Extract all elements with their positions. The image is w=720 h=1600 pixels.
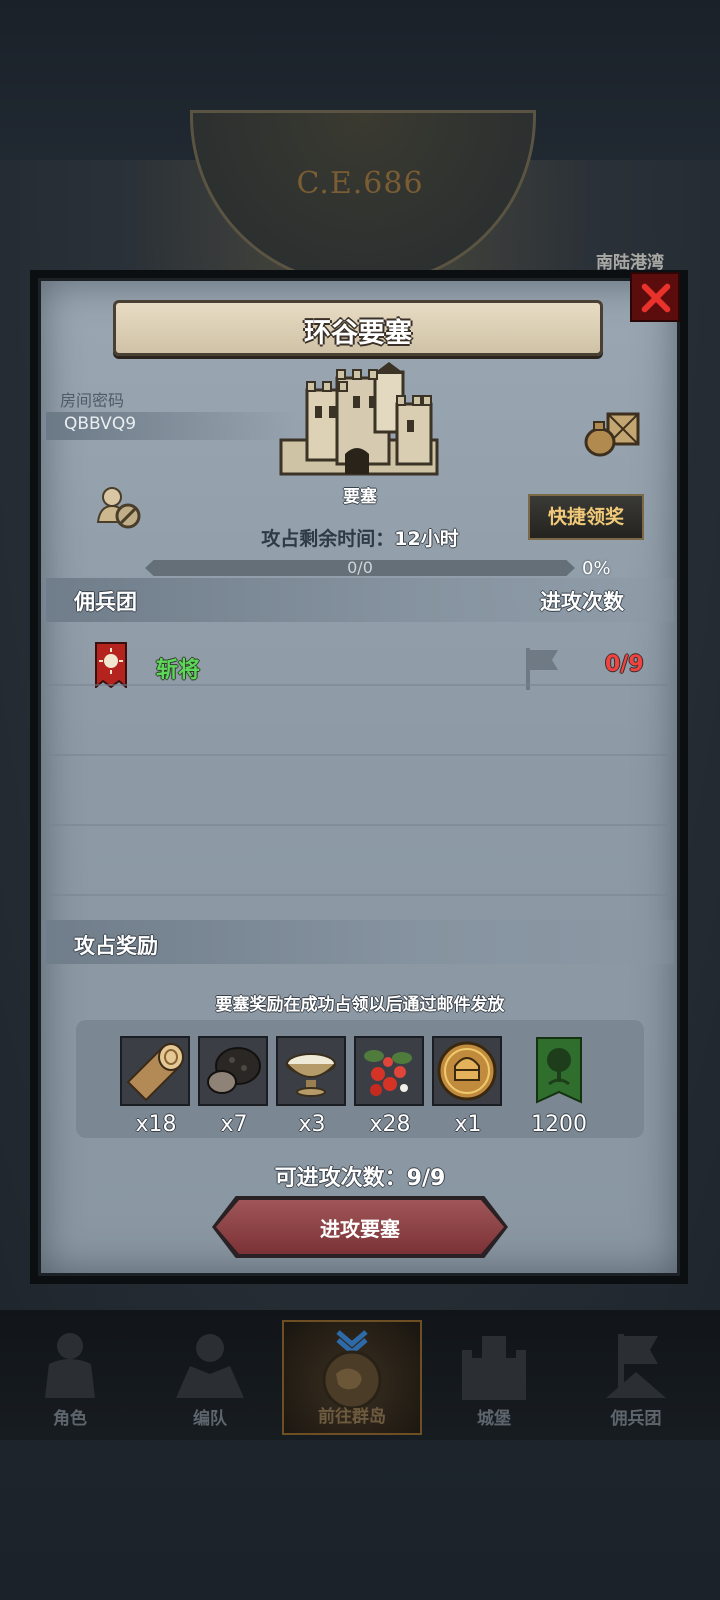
reward-qty: x18 (135, 1112, 177, 1137)
room-code-label: 房间密码 (60, 391, 125, 410)
nav-item-islands[interactable]: 前往群岛 (282, 1320, 422, 1435)
dialog-title: 环谷要塞 (304, 318, 412, 349)
truffle-icon (200, 1038, 266, 1104)
quick-claim-button[interactable]: 快捷领奖 (528, 494, 644, 540)
row-divider (46, 754, 668, 756)
nav-label: 角色 (53, 1409, 87, 1429)
mercenary-name[interactable]: 斩将 (156, 652, 200, 684)
reward-qty: x28 (369, 1112, 411, 1137)
no-visitor-icon[interactable] (96, 486, 142, 530)
reward-item[interactable]: x18 (120, 1036, 192, 1137)
era-label: C.E.686 (296, 166, 424, 201)
reward-qty: x3 (298, 1112, 326, 1137)
capture-progress-text: 0/0 (347, 558, 373, 577)
squad-icon (176, 1334, 244, 1398)
reward-section-title: 攻占奖励 (74, 934, 158, 958)
nav-label: 前往群岛 (318, 1407, 386, 1427)
helmet-coin-icon (434, 1038, 500, 1104)
reward-item[interactable]: x28 (354, 1036, 426, 1137)
reward-item[interactable]: x7 (198, 1036, 270, 1137)
bowl-icon (278, 1038, 344, 1104)
mercenary-attack-count: 0/9 (605, 652, 644, 677)
mercenary-banner-icon (95, 642, 127, 688)
remaining-time-value: 12小时 (394, 528, 459, 550)
attack-count-header: 进攻次数 (540, 590, 624, 614)
reward-note: 要塞奖励在成功占领以后通过邮件发放 (215, 995, 505, 1015)
nav-label: 城堡 (477, 1409, 511, 1429)
room-code-value[interactable]: QBBVQ9 (64, 414, 136, 434)
mercenary-icon (606, 1334, 666, 1398)
row-divider (46, 684, 668, 686)
title-banner: 环谷要塞 (113, 300, 603, 356)
reward-item[interactable]: x1 (432, 1036, 504, 1137)
nav-item-formation[interactable]: 编队 (140, 1320, 280, 1435)
remaining-time-label: 攻占剩余时间： (261, 528, 395, 550)
log-icon (122, 1038, 188, 1104)
reward-qty: 1200 (531, 1112, 587, 1137)
nav-item-character[interactable]: 角色 (0, 1320, 140, 1435)
reward-qty: x7 (220, 1112, 248, 1137)
nav-label: 佣兵团 (610, 1409, 662, 1429)
reward-item[interactable]: 1200 (521, 1036, 597, 1137)
berries-icon (356, 1038, 422, 1104)
castle-icon (462, 1336, 526, 1400)
row-divider (46, 894, 668, 896)
nav-label: 编队 (193, 1409, 227, 1429)
mercenary-section-title: 佣兵团 (74, 590, 137, 614)
knight-icon (45, 1333, 95, 1398)
close-button[interactable] (630, 272, 680, 322)
supply-bag-icon[interactable] (582, 408, 642, 458)
bottom-letterbox (0, 1440, 720, 1600)
globe-icon (322, 1330, 382, 1410)
row-divider (46, 824, 668, 826)
tree-banner-icon (536, 1037, 582, 1104)
reward-item[interactable]: x3 (276, 1036, 348, 1137)
nav-item-mercenary[interactable]: 佣兵团 (566, 1320, 706, 1435)
fortress-icon (279, 362, 439, 476)
attacks-remaining: 可进攻次数：9/9 (274, 1166, 446, 1191)
reward-qty: x1 (454, 1112, 482, 1137)
capture-progress-percent: 0% (582, 558, 611, 579)
attack-fortress-button[interactable]: 进攻要塞 (216, 1200, 504, 1254)
nav-item-castle[interactable]: 城堡 (424, 1320, 564, 1435)
